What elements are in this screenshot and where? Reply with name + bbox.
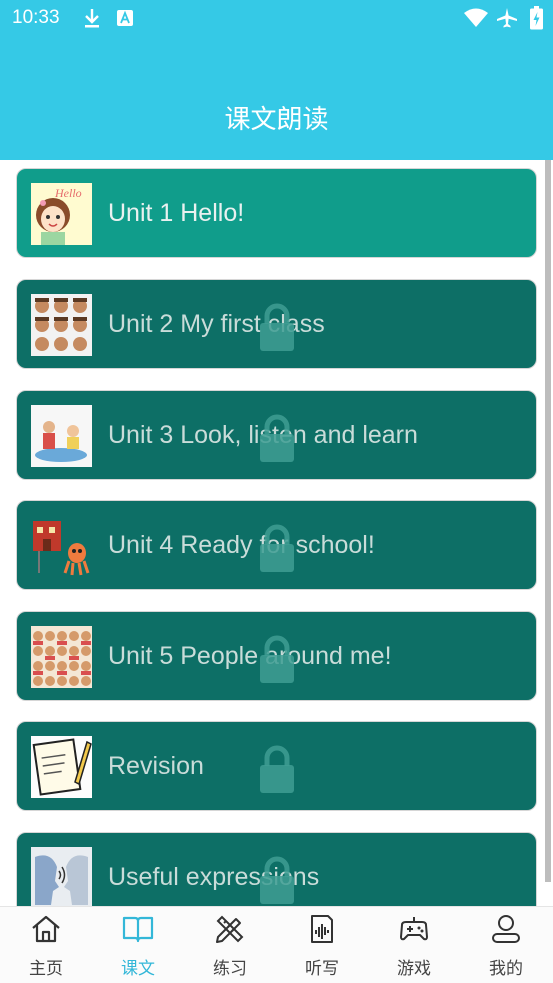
lock-icon [260,524,294,572]
status-bar: 10:33 [0,0,553,38]
tab-label: 游戏 [397,959,431,979]
tab-practice[interactable]: 练习 [184,907,276,983]
lesson-label: Unit 1 Hello! [108,199,245,227]
lock-icon [260,635,294,683]
tab-texts[interactable]: 课文 [92,907,184,983]
dictation-icon [311,915,333,943]
airplane-mode-icon [497,8,517,28]
tab-dictation[interactable]: 听写 [276,907,368,983]
lock-icon [260,303,294,351]
useful-expressions-thumbnail [31,847,92,906]
home-icon [32,915,60,943]
lesson-card-unit-3[interactable]: Unit 3 Look, listen and learn [16,390,537,480]
tab-label: 听写 [305,959,339,979]
pencil-ruler-icon [216,915,244,943]
tab-home[interactable]: 主页 [0,907,92,983]
tab-label: 练习 [213,959,247,979]
lesson-card-unit-4[interactable]: Unit 4 Ready for school! [16,500,537,590]
tab-label: 课文 [121,959,155,979]
gamepad-icon [400,917,428,941]
battery-charging-icon [530,6,543,30]
tab-label: 我的 [489,959,523,979]
lock-icon [260,414,294,462]
lesson-label: Unit 5 People around me! [108,642,392,670]
download-icon [85,9,99,28]
status-time: 10:33 [12,7,60,28]
lesson-list[interactable]: Hello Unit 1 Hello! Unit 2 My first clas… [0,160,553,906]
unit-3-thumbnail [31,405,92,467]
bottom-tab-bar: 主页 课文 练习 听写 游戏 我的 [0,906,553,983]
page-title: 课文朗读 [224,105,329,135]
unit-1-thumbnail: Hello [31,183,92,245]
lesson-card-unit-2[interactable]: Unit 2 My first class [16,279,537,369]
app-bar: 课文朗读 [0,38,553,160]
lesson-card-revision[interactable]: Revision [16,721,537,811]
open-book-icon [122,916,154,943]
user-icon [492,915,520,943]
tab-label: 主页 [29,959,63,979]
unit-4-thumbnail [31,515,92,577]
lesson-label: Unit 4 Ready for school! [108,531,375,559]
tab-profile[interactable]: 我的 [460,907,552,983]
lesson-card-unit-1[interactable]: Hello Unit 1 Hello! [16,168,537,258]
revision-thumbnail [31,736,92,798]
lock-icon [260,745,294,793]
unit-5-thumbnail [31,626,92,688]
app-store-icon [117,10,133,26]
lesson-card-unit-5[interactable]: Unit 5 People around me! [16,611,537,701]
lock-icon [260,856,294,904]
unit-2-thumbnail [31,294,92,356]
wifi-icon [464,8,488,27]
thumb-hello-text: Hello [54,186,82,200]
lesson-card-useful-expressions[interactable]: Useful expressions [16,832,537,906]
lesson-label: Revision [108,752,204,780]
scrollbar[interactable] [545,160,551,882]
tab-games[interactable]: 游戏 [368,907,460,983]
